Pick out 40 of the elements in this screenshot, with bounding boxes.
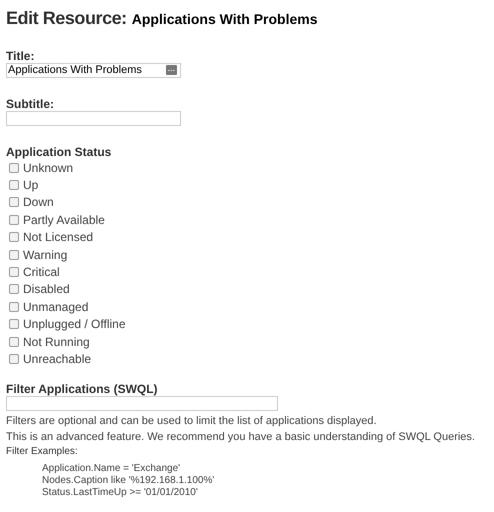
help-text: Filters are optional and can be used to limit the list of applications displayed. xyxy=(6,414,378,429)
examples-label: Filter Examples: xyxy=(6,444,79,459)
subtitle-label: Subtitle: xyxy=(6,97,55,111)
checkbox-label: Up xyxy=(23,178,38,192)
example-query: Status.LastTimeUp >= '01/01/2010' xyxy=(42,486,199,499)
checkbox-label: Not Licensed xyxy=(23,230,94,244)
checkbox[interactable] xyxy=(9,162,19,173)
checkbox[interactable] xyxy=(9,336,19,347)
checkbox[interactable] xyxy=(9,284,19,294)
checkbox[interactable] xyxy=(9,354,19,364)
checkbox-label: Partly Available xyxy=(23,212,105,227)
checkbox[interactable] xyxy=(9,197,19,208)
checkbox-label: Unmanaged xyxy=(23,300,88,314)
subtitle-field[interactable] xyxy=(6,111,181,126)
filter-label: Filter Applications (SWQL) xyxy=(6,382,159,396)
checkbox-label: Disabled xyxy=(23,282,70,296)
title-label: Title: xyxy=(6,49,36,63)
filter-field[interactable] xyxy=(6,396,278,411)
checkbox-label: Down xyxy=(23,195,54,210)
page-heading: Edit Resource: xyxy=(6,8,127,28)
help-text: This is an advanced feature. We recommend you have a basic understanding of SWQL Queries. xyxy=(6,430,476,445)
checkbox[interactable] xyxy=(9,302,19,312)
checkbox-label: Unknown xyxy=(23,160,74,175)
checkbox[interactable] xyxy=(9,250,19,260)
example-query: Application.Name = 'Exchange' xyxy=(42,462,182,475)
checkbox-label: Unreachable xyxy=(23,352,92,366)
checkbox[interactable] xyxy=(9,214,19,225)
checkbox-label: Not Running xyxy=(23,334,90,349)
title-field[interactable]: Applications With Problems xyxy=(6,63,181,78)
resource-name: Applications With Problems xyxy=(132,10,318,29)
checkbox-label: Warning xyxy=(23,248,68,262)
text-options-icon[interactable] xyxy=(166,65,177,75)
example-query: Nodes.Caption like '%192.168.1.100%' xyxy=(42,474,216,487)
checkbox[interactable] xyxy=(9,232,19,242)
checkbox[interactable] xyxy=(9,319,19,330)
checkbox[interactable] xyxy=(9,180,19,190)
section-label: Application Status xyxy=(6,145,112,159)
checkbox-label: Unplugged / Offline xyxy=(23,317,126,332)
checkbox[interactable] xyxy=(9,267,19,278)
checkbox-label: Critical xyxy=(23,265,60,280)
